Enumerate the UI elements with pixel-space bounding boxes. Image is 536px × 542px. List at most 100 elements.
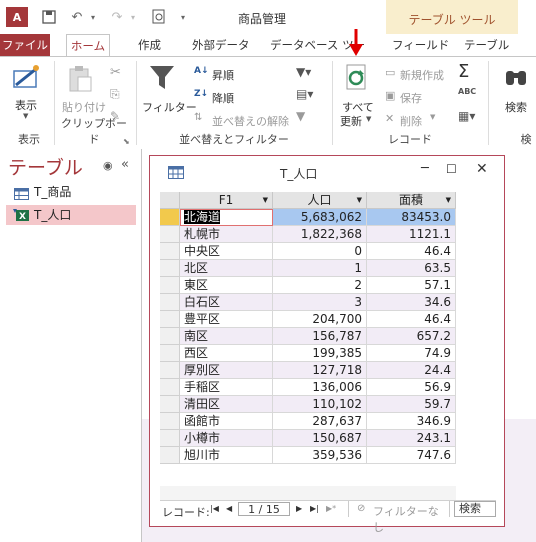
first-record-icon[interactable]: |◀: [210, 504, 219, 513]
record-selector[interactable]: [160, 379, 180, 396]
dialog-launcher-icon[interactable]: ⬊: [123, 137, 130, 146]
table-cell[interactable]: 1,822,368: [273, 226, 367, 243]
filter-button[interactable]: フィルター: [142, 99, 197, 115]
table-cell[interactable]: 156,787: [273, 328, 367, 345]
table-cell[interactable]: 59.7: [367, 396, 456, 413]
remove-sort-button[interactable]: 並べ替えの解除: [212, 113, 289, 129]
table-cell[interactable]: 0: [273, 243, 367, 260]
table-cell[interactable]: 150,687: [273, 430, 367, 447]
qat-customize-icon[interactable]: ▾: [174, 8, 192, 26]
table-cell[interactable]: 1: [273, 260, 367, 277]
table-cell[interactable]: 北区: [180, 260, 273, 277]
record-selector[interactable]: [160, 209, 180, 226]
nav-menu-icon[interactable]: ◉: [103, 159, 113, 172]
table-cell[interactable]: 2: [273, 277, 367, 294]
table-cell[interactable]: 74.9: [367, 345, 456, 362]
sort-descending-button[interactable]: 降順: [212, 90, 234, 106]
table-cell[interactable]: 56.9: [367, 379, 456, 396]
new-record-icon[interactable]: ▭: [385, 66, 395, 79]
sort-ascending-button[interactable]: 昇順: [212, 67, 234, 83]
select-all-corner[interactable]: [160, 192, 180, 209]
paste-button[interactable]: 貼り付け: [62, 99, 106, 115]
tab-file[interactable]: ファイル: [0, 34, 50, 56]
record-selector[interactable]: [160, 447, 180, 464]
table-cell[interactable]: 旭川市: [180, 447, 273, 464]
toggle-filter-icon[interactable]: ▼: [296, 109, 305, 123]
record-selector[interactable]: [160, 226, 180, 243]
table-cell[interactable]: 3: [273, 294, 367, 311]
advanced-filter-icon[interactable]: ▤▾: [296, 87, 313, 101]
minimize-icon[interactable]: ─: [421, 161, 429, 176]
next-record-icon[interactable]: ▶: [296, 504, 302, 513]
view-icon[interactable]: [12, 63, 42, 91]
table-cell[interactable]: 46.4: [367, 311, 456, 328]
refresh-dropdown-icon[interactable]: ▼: [366, 115, 371, 123]
record-selector[interactable]: [160, 396, 180, 413]
record-selector[interactable]: [160, 294, 180, 311]
column-sort-dropdown-icon[interactable]: ▼: [357, 192, 362, 209]
column-sort-dropdown-icon[interactable]: ▼: [263, 192, 268, 209]
selection-filter-icon[interactable]: ▼▾: [296, 65, 311, 79]
new-blank-record-icon[interactable]: ▶*: [326, 504, 336, 513]
sort-ascending-icon[interactable]: A↓: [194, 66, 209, 76]
tab-table[interactable]: テーブル: [456, 34, 517, 56]
nav-item-table-products[interactable]: T_商品: [6, 182, 136, 202]
column-header[interactable]: 面積 ▼: [367, 192, 456, 209]
table-cell[interactable]: 手稲区: [180, 379, 273, 396]
redo-dropdown-icon[interactable]: ▾: [124, 8, 142, 26]
delete-record-button[interactable]: 削除: [400, 113, 422, 129]
table-cell[interactable]: 清田区: [180, 396, 273, 413]
filter-icon[interactable]: [148, 63, 176, 91]
remove-sort-icon[interactable]: ⇅: [194, 112, 202, 123]
table-cell[interactable]: 136,006: [273, 379, 367, 396]
view-dropdown-icon[interactable]: ▼: [23, 112, 28, 120]
table-cell[interactable]: 34.6: [367, 294, 456, 311]
nav-pane-title[interactable]: テーブル: [8, 153, 83, 180]
table-cell[interactable]: 287,637: [273, 413, 367, 430]
tab-create[interactable]: 作成: [130, 34, 169, 56]
table-cell[interactable]: 厚別区: [180, 362, 273, 379]
nav-collapse-icon[interactable]: «: [121, 157, 129, 172]
record-selector[interactable]: [160, 311, 180, 328]
table-cell[interactable]: 747.6: [367, 447, 456, 464]
refresh-all-label-2[interactable]: 更新: [340, 113, 362, 129]
table-cell[interactable]: 南区: [180, 328, 273, 345]
record-selector[interactable]: [160, 328, 180, 345]
more-records-icon[interactable]: ▦▾: [458, 109, 475, 123]
record-selector[interactable]: [160, 430, 180, 447]
table-cell[interactable]: 5,683,062: [273, 209, 367, 226]
previous-record-icon[interactable]: ◀: [226, 504, 232, 513]
table-cell[interactable]: 札幌市: [180, 226, 273, 243]
paste-icon[interactable]: [66, 65, 94, 93]
record-selector[interactable]: [160, 277, 180, 294]
maximize-icon[interactable]: ☐: [446, 162, 457, 176]
record-selector[interactable]: [160, 413, 180, 430]
copy-icon[interactable]: ⎘: [110, 87, 120, 102]
column-header[interactable]: F1 ▼: [180, 192, 273, 209]
tab-home[interactable]: ホーム: [66, 34, 110, 58]
table-cell[interactable]: 127,718: [273, 362, 367, 379]
record-selector[interactable]: [160, 260, 180, 277]
table-cell[interactable]: 白石区: [180, 294, 273, 311]
sort-descending-icon[interactable]: Z↓: [194, 89, 208, 99]
tab-external-data[interactable]: 外部データ: [184, 34, 258, 56]
table-cell[interactable]: 83453.0: [367, 209, 456, 226]
table-cell[interactable]: 小樽市: [180, 430, 273, 447]
tab-fields[interactable]: フィールド: [384, 34, 457, 56]
table-cell[interactable]: 24.4: [367, 362, 456, 379]
save-record-button[interactable]: 保存: [400, 90, 422, 106]
table-cell[interactable]: 西区: [180, 345, 273, 362]
spelling-icon[interactable]: ABC: [458, 87, 476, 96]
delete-dropdown-icon[interactable]: ▼: [430, 113, 435, 121]
cut-icon[interactable]: ✂: [110, 65, 121, 80]
table-cell[interactable]: 中央区: [180, 243, 273, 260]
table-cell[interactable]: 63.5: [367, 260, 456, 277]
totals-icon[interactable]: Σ: [458, 61, 469, 82]
delete-record-icon[interactable]: ✕: [385, 112, 394, 125]
current-record-input[interactable]: 1 / 15: [238, 502, 290, 516]
table-cell[interactable]: 北海道: [180, 209, 273, 226]
column-sort-dropdown-icon[interactable]: ▼: [446, 192, 451, 209]
table-cell[interactable]: 359,536: [273, 447, 367, 464]
undo-dropdown-icon[interactable]: ▾: [84, 8, 102, 26]
table-cell[interactable]: 函館市: [180, 413, 273, 430]
